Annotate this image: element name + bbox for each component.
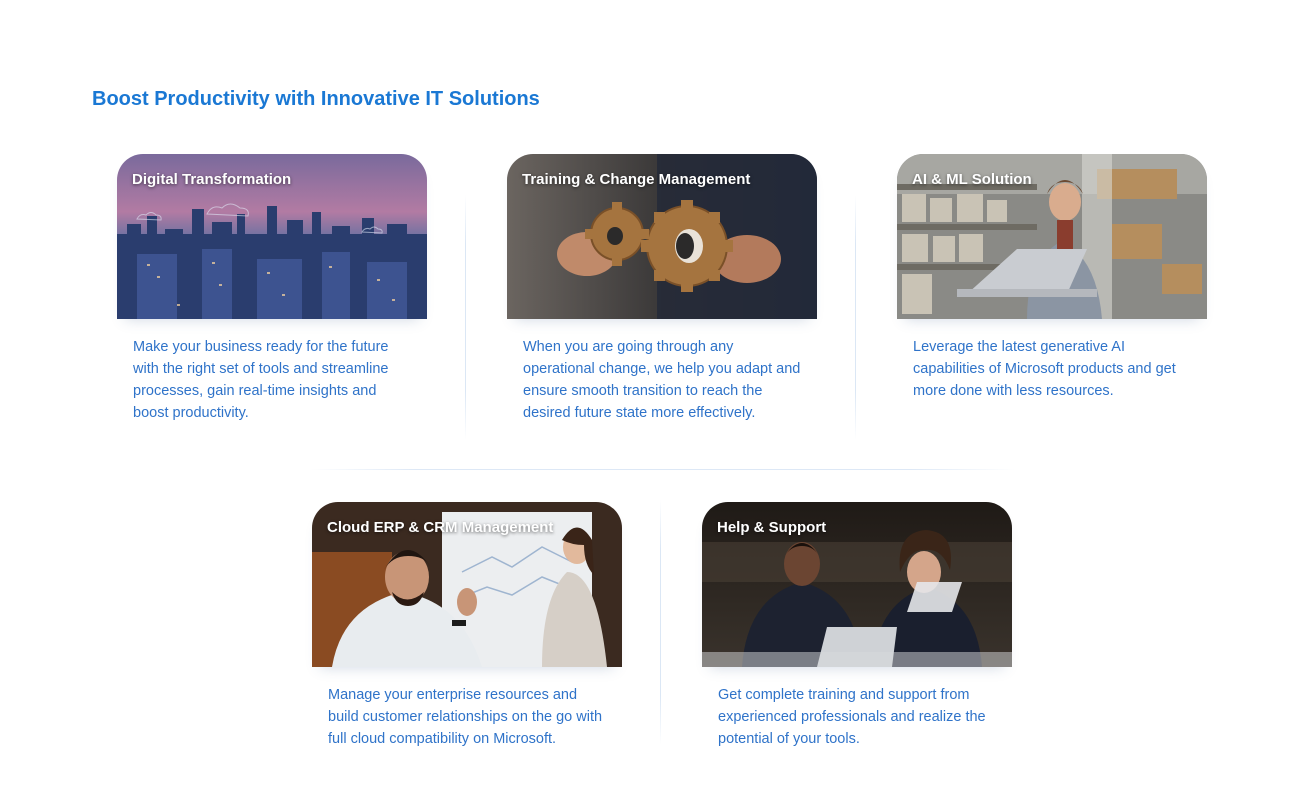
card-title: AI & ML Solution [912, 171, 1032, 188]
gears-image: Training & Change Management [507, 154, 817, 319]
column-divider [465, 195, 466, 440]
city-skyline-image: Digital Transformation [117, 154, 427, 319]
warehouse-laptop-image: AI & ML Solution [897, 154, 1207, 319]
card-description: Get complete training and support from e… [718, 687, 986, 747]
section-title: Boost Productivity with Innovative IT So… [92, 88, 540, 110]
card-description: Manage your enterprise resources and bui… [328, 687, 603, 747]
column-divider [660, 500, 661, 745]
service-card-cloud-erp-crm-management[interactable]: Cloud ERP & CRM Management Manage your e… [312, 502, 622, 750]
service-card-ai-ml-solution[interactable]: AI & ML Solution Leverage the latest gen… [897, 154, 1207, 402]
meeting-laptop-image: Help & Support [702, 502, 1012, 667]
service-card-help-support[interactable]: Help & Support Get complete training and… [702, 502, 1012, 750]
row-divider [310, 469, 1015, 470]
card-title: Cloud ERP & CRM Management [327, 519, 554, 536]
card-description: Make your business ready for the future … [133, 339, 389, 421]
office-whiteboard-image: Cloud ERP & CRM Management [312, 502, 622, 667]
card-title: Training & Change Management [522, 171, 751, 188]
service-card-training-change-management[interactable]: Training & Change Management When you ar… [507, 154, 817, 424]
card-title: Help & Support [717, 519, 827, 536]
card-description: When you are going through any operation… [523, 339, 801, 421]
column-divider [855, 195, 856, 440]
service-card-digital-transformation[interactable]: Digital Transformation Make your busines… [117, 154, 427, 424]
card-description: Leverage the latest generative AI capabi… [913, 339, 1176, 399]
card-title: Digital Transformation [132, 171, 292, 188]
